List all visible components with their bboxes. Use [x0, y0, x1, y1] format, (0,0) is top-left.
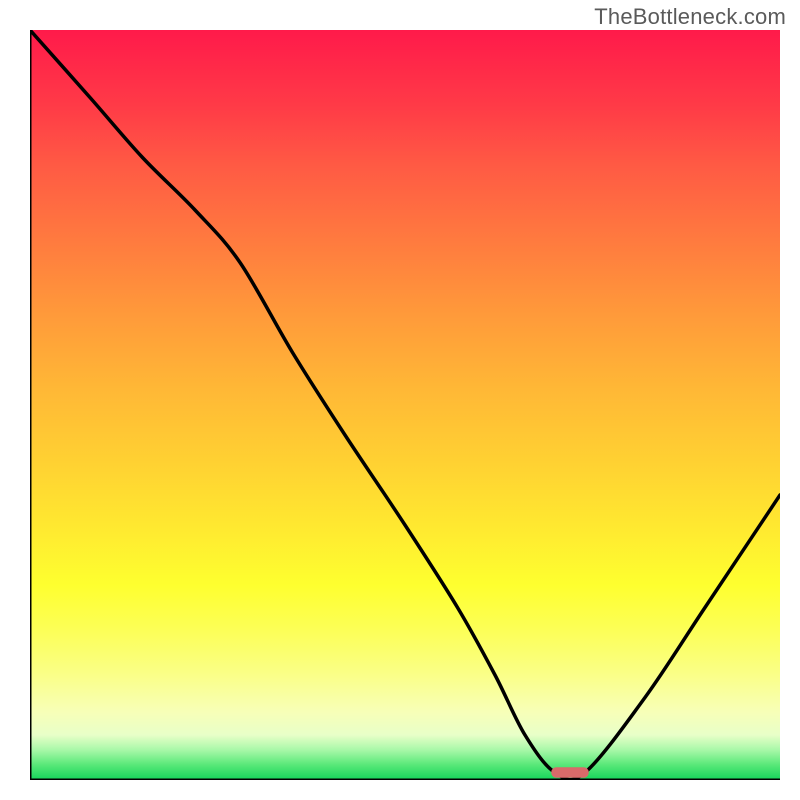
- watermark-text: TheBottleneck.com: [594, 4, 786, 30]
- plot-area: [30, 30, 780, 780]
- gradient-background: [30, 30, 780, 780]
